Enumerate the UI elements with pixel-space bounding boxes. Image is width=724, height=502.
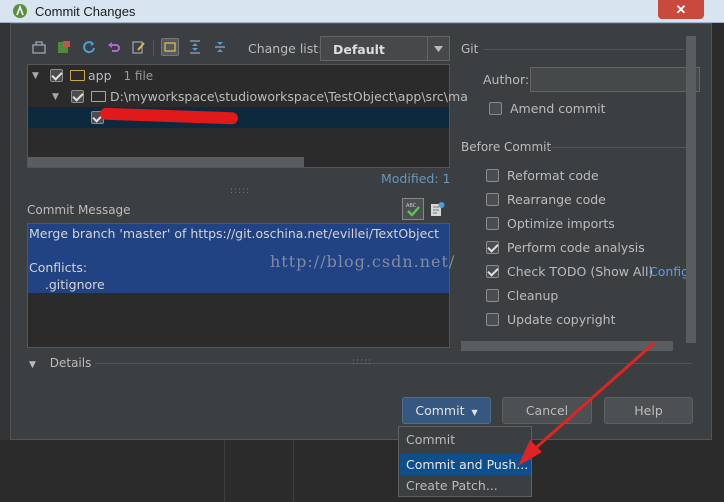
close-button[interactable]: ✕ (658, 0, 704, 19)
details-toggle[interactable]: ▼ Details (29, 356, 91, 370)
svg-text:ABC: ABC (406, 203, 417, 209)
window-title: Commit Changes (35, 4, 136, 19)
commit-button-label: Commit (415, 403, 465, 418)
tree-file-count: 1 file (123, 69, 154, 83)
option-label: Reformat code (507, 168, 599, 183)
tree-horizontal-scrollbar[interactable] (28, 157, 304, 167)
option-label: Rearrange code (507, 192, 606, 207)
folder-icon (91, 91, 106, 102)
checkbox[interactable] (486, 217, 499, 230)
rollback-icon[interactable] (105, 38, 123, 56)
tree-label-path: D:\myworkspace\studioworkspace\TestObjec… (110, 89, 468, 104)
author-field[interactable] (530, 67, 700, 92)
spellcheck-icon[interactable]: ABC (402, 198, 424, 220)
ide-divider (224, 440, 225, 502)
tree-row-file[interactable] (28, 107, 449, 128)
ide-background-right (712, 0, 724, 502)
option-label: Cleanup (507, 288, 559, 303)
commit-message-line: .gitignore (29, 277, 105, 292)
change-list-value: Default (333, 42, 385, 57)
options-vertical-scrollbar[interactable] (686, 36, 696, 343)
checkbox[interactable] (486, 265, 499, 278)
details-divider (95, 363, 692, 364)
desktop: Commit Changes ✕ Change list: Default ▼ … (0, 0, 724, 502)
ide-divider (293, 440, 294, 502)
expand-all-icon[interactable] (186, 38, 204, 56)
cancel-button[interactable]: Cancel (502, 397, 592, 424)
chevron-down-icon[interactable] (427, 37, 449, 60)
author-label: Author: (483, 72, 530, 87)
commit-message-history-icon[interactable] (429, 201, 445, 217)
expand-arrow-icon: ▼ (29, 360, 36, 370)
checkbox[interactable] (486, 169, 499, 182)
group-by-directory-icon[interactable] (161, 38, 179, 56)
menu-item-commit[interactable]: Commit (400, 429, 531, 450)
commit-message-line: Merge branch 'master' of https://git.osc… (29, 226, 440, 241)
option-label: Update copyright (507, 312, 616, 327)
edit-source-icon[interactable] (130, 38, 148, 56)
section-divider (546, 147, 686, 148)
details-label: Details (49, 356, 92, 370)
menu-item-commit-and-push[interactable]: Commit and Push... (400, 454, 531, 475)
modified-count: Modified: 1 (381, 171, 451, 186)
help-button[interactable]: Help (604, 397, 693, 424)
commit-message-label: Commit Message (27, 203, 131, 217)
change-list-dropdown[interactable]: Default (320, 36, 450, 61)
checkbox[interactable] (486, 193, 499, 206)
amend-commit-label: Amend commit (510, 101, 606, 116)
commit-button[interactable]: Commit ▼ (402, 397, 491, 424)
expand-arrow-icon[interactable]: ▼ (52, 92, 59, 102)
commit-message-line: Conflicts: (29, 260, 88, 275)
git-section-label: Git (461, 42, 479, 56)
checkbox[interactable] (489, 102, 502, 115)
chevron-down-icon: ▼ (471, 408, 478, 417)
section-divider (484, 49, 684, 50)
watermark-text: http://blog.csdn.net/ (270, 252, 456, 271)
option-label: Check TODO (Show All) (507, 264, 654, 279)
checkbox[interactable] (486, 289, 499, 302)
tree-row-app[interactable]: ▼ app 1 file (28, 65, 449, 86)
tree-row-path[interactable]: ▼ D:\myworkspace\studioworkspace\TestObj… (28, 86, 468, 107)
checkbox[interactable] (486, 241, 499, 254)
tree-label-app: app (88, 68, 112, 83)
ide-background-bottom (0, 440, 724, 502)
checkbox[interactable] (486, 313, 499, 326)
commit-message-input[interactable]: Merge branch 'master' of https://git.osc… (27, 223, 450, 348)
menu-item-create-patch[interactable]: Create Patch... (400, 475, 531, 496)
tree-checkbox-path[interactable] (71, 90, 84, 103)
changes-tree[interactable]: ▼ app 1 file ▼ D:\myworkspace\studiowork… (27, 64, 468, 168)
refresh-icon[interactable] (80, 38, 98, 56)
move-to-changelist-icon[interactable] (55, 38, 73, 56)
splitter-handle[interactable]: ::::: (352, 357, 372, 367)
show-diff-icon[interactable] (30, 38, 48, 56)
option-label: Optimize imports (507, 216, 615, 231)
expand-arrow-icon[interactable]: ▼ (32, 71, 39, 81)
android-studio-icon (13, 4, 27, 18)
collapse-all-icon[interactable] (211, 38, 229, 56)
before-commit-label: Before Commit (461, 140, 552, 154)
splitter-handle[interactable]: ::::: (230, 186, 250, 196)
option-label: Perform code analysis (507, 240, 645, 255)
commit-options-menu: Commit Commit and Push... Create Patch..… (398, 426, 532, 497)
tree-checkbox-app[interactable] (50, 69, 63, 82)
options-horizontal-scrollbar[interactable] (461, 341, 673, 351)
module-folder-icon (70, 70, 85, 81)
change-list-label: Change list: (248, 41, 323, 56)
window-titlebar[interactable]: Commit Changes ✕ (0, 0, 724, 23)
